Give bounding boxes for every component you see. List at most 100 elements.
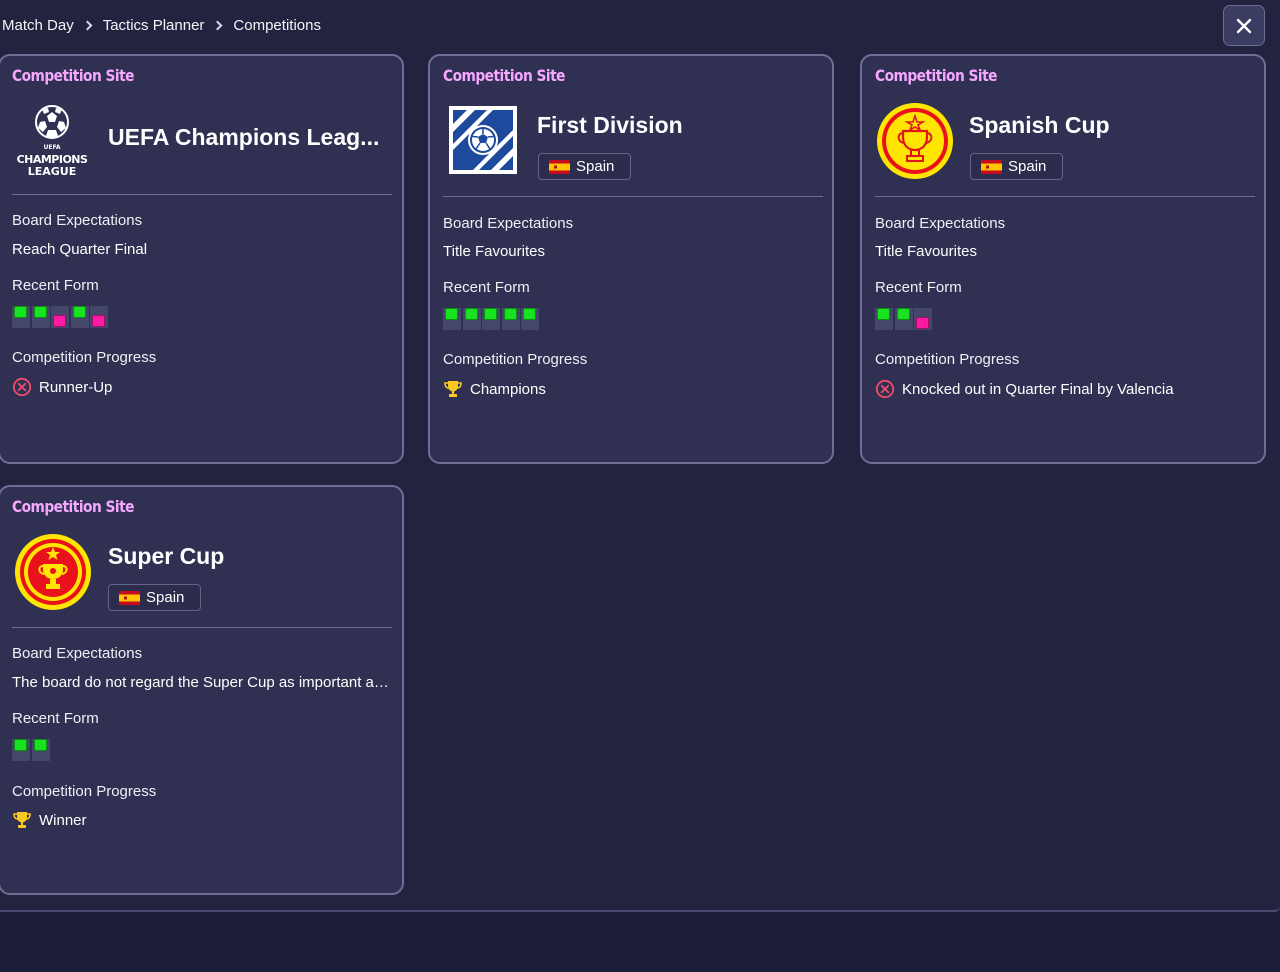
trophy-icon <box>444 381 462 397</box>
x-circle-icon <box>12 377 32 397</box>
competition-site-link[interactable]: Competition Site <box>12 66 135 85</box>
competition-name[interactable]: UEFA Champions Leag... <box>108 124 379 151</box>
divider <box>875 196 1255 197</box>
form-loss-marker <box>916 317 929 329</box>
logo-text-league: LEAGUE <box>28 165 77 178</box>
form-win-marker <box>14 306 27 318</box>
nation-chip[interactable]: Spain <box>970 153 1064 180</box>
nation-chip[interactable]: Spain <box>108 584 202 611</box>
form-result <box>51 306 69 328</box>
form-win-marker <box>877 308 890 320</box>
competition-card-first-division[interactable]: Competition Site First Division Spain Bo… <box>428 54 834 464</box>
spain-flag-icon <box>119 590 140 605</box>
form-result <box>31 306 50 328</box>
breadcrumb-tactics-planner[interactable]: Tactics Planner <box>103 17 205 34</box>
form-loss-marker <box>92 315 105 327</box>
recent-form-label: Recent Form <box>443 279 530 296</box>
form-win-marker <box>523 308 536 320</box>
competition-progress-label: Competition Progress <box>443 351 588 368</box>
competition-site-link[interactable]: Competition Site <box>12 497 135 516</box>
form-win-marker <box>896 308 910 320</box>
divider <box>443 196 823 197</box>
competition-progress-value: Winner <box>39 811 87 829</box>
form-result <box>914 308 932 330</box>
form-result <box>31 739 50 761</box>
competition-progress: Runner-Up <box>12 377 112 397</box>
close-icon <box>1236 18 1252 33</box>
recent-form-label: Recent Form <box>12 710 99 727</box>
board-expectations-value: Title Favourites <box>443 243 545 260</box>
recent-form <box>443 308 643 332</box>
board-expectations-label: Board Expectations <box>12 212 143 229</box>
competition-card-super-cup[interactable]: Competition Site Super Cup Spain Board E… <box>0 485 404 895</box>
first-division-logo <box>449 106 517 174</box>
competition-card-champions-league[interactable]: Competition Site UEFA CHAMPIONS LEAGUE U… <box>0 54 404 464</box>
nation-label: Spain <box>146 589 185 606</box>
recent-form-label: Recent Form <box>875 279 962 296</box>
logo-text-uefa: UEFA <box>43 144 60 151</box>
spanish-cup-logo <box>877 103 953 179</box>
form-result <box>521 308 539 330</box>
recent-form <box>12 306 212 330</box>
divider <box>12 194 392 195</box>
competition-progress-label: Competition Progress <box>875 351 1020 368</box>
form-win-marker <box>445 308 458 320</box>
breadcrumb-competitions: Competitions <box>233 16 321 34</box>
competition-progress: Knocked out in Quarter Final by Valencia <box>875 379 1174 399</box>
recent-form <box>875 308 1075 332</box>
form-result <box>12 739 30 761</box>
form-result <box>12 306 30 328</box>
competition-name[interactable]: Spanish Cup <box>969 112 1110 139</box>
form-win-marker <box>464 308 478 320</box>
nation-chip[interactable]: Spain <box>538 153 632 180</box>
chevron-right-icon <box>82 20 93 30</box>
form-win-marker <box>484 308 497 320</box>
form-result <box>90 306 108 328</box>
board-expectations-value: The board do not regard the Super Cup as… <box>12 674 392 691</box>
competition-card-spanish-cup[interactable]: Competition Site Spanish Cup Spain Board… <box>860 54 1266 464</box>
champions-league-logo: UEFA CHAMPIONS LEAGUE <box>17 105 89 178</box>
chevron-right-icon <box>212 20 223 30</box>
board-expectations-value: Reach Quarter Final <box>12 241 148 258</box>
competition-name[interactable]: First Division <box>537 112 683 139</box>
divider <box>12 627 392 628</box>
competition-name[interactable]: Super Cup <box>108 543 224 570</box>
form-result <box>482 308 500 330</box>
competitions-page: Match Day Tactics Planner Competitions C… <box>0 0 1280 912</box>
form-result <box>501 308 520 330</box>
competition-progress-value: Knocked out in Quarter Final by Valencia <box>902 380 1174 398</box>
competition-site-link[interactable]: Competition Site <box>443 66 566 85</box>
footer-band <box>0 912 1280 972</box>
nation-label: Spain <box>576 158 615 175</box>
form-result <box>875 308 893 330</box>
competition-progress: Champions <box>443 379 546 399</box>
nation-label: Spain <box>1008 158 1047 175</box>
board-expectations-label: Board Expectations <box>12 645 143 662</box>
form-result <box>443 308 461 330</box>
form-result <box>894 308 913 330</box>
super-cup-logo <box>15 534 91 610</box>
form-win-marker <box>33 306 47 318</box>
competition-progress-value: Champions <box>470 380 546 398</box>
form-result <box>462 308 481 330</box>
competition-site-link[interactable]: Competition Site <box>875 66 998 85</box>
competition-progress-label: Competition Progress <box>12 349 157 366</box>
close-button[interactable] <box>1223 5 1265 46</box>
form-loss-marker <box>53 315 66 327</box>
form-win-marker <box>14 739 27 751</box>
board-expectations-label: Board Expectations <box>875 215 1006 232</box>
trophy-icon <box>13 812 31 828</box>
competition-progress: Winner <box>12 810 87 830</box>
x-circle-icon <box>875 379 895 399</box>
form-win-marker <box>503 308 517 320</box>
form-result <box>70 306 89 328</box>
competition-progress-value: Runner-Up <box>39 378 113 396</box>
form-win-marker <box>33 739 47 751</box>
breadcrumb: Match Day Tactics Planner Competitions <box>2 15 321 35</box>
board-expectations-value: Title Favourites <box>875 243 977 260</box>
spain-flag-icon <box>981 159 1002 174</box>
recent-form-label: Recent Form <box>12 277 99 294</box>
form-win-marker <box>72 306 86 318</box>
spain-flag-icon <box>549 159 570 174</box>
breadcrumb-match-day[interactable]: Match Day <box>2 17 74 34</box>
